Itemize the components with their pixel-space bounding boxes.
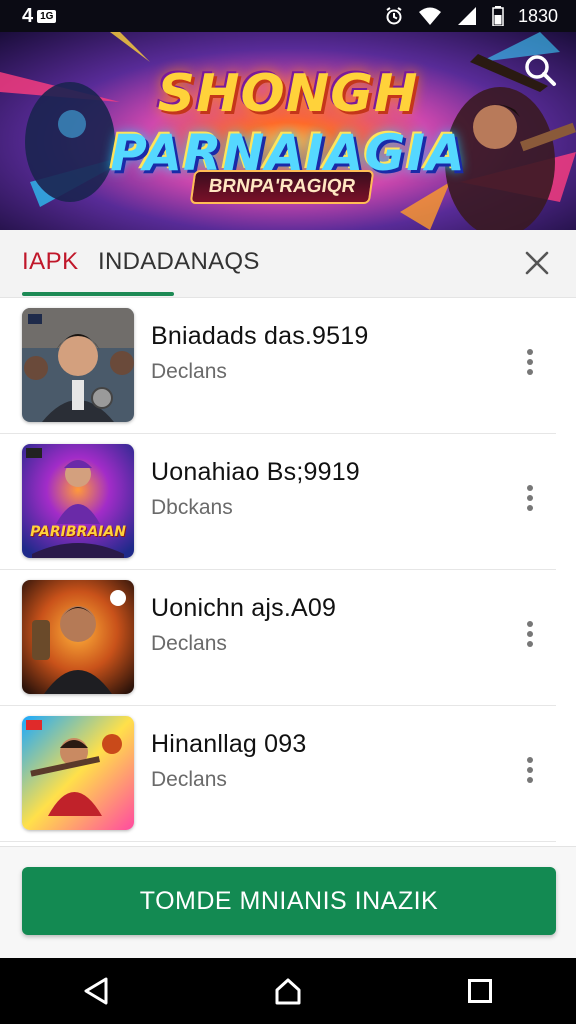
item-subtitle: Dbckans — [151, 496, 233, 519]
item-title: Uonichn ajs.A09 — [151, 594, 337, 622]
close-icon — [525, 251, 549, 275]
action-area: TOMDE MNIANIS INAZIK — [0, 846, 576, 958]
network-badge: 1G — [37, 9, 57, 23]
tab-bar: IAPK INDADANAQS — [0, 230, 576, 298]
close-button[interactable] — [524, 250, 550, 276]
banner-title-line1: SHONGH — [157, 64, 419, 124]
more-options-button[interactable] — [520, 754, 540, 790]
list-item[interactable]: PARIBRAIAN Uonahiao Bs;9919 Dbckans — [0, 434, 556, 570]
more-vert-icon — [527, 485, 533, 491]
item-title: Bniadads das.9519 — [151, 322, 369, 350]
thumbnail-caption: PARIBRAIAN — [30, 524, 126, 540]
recents-icon — [468, 979, 492, 1003]
system-nav-bar — [0, 958, 576, 1024]
status-bar: 4 1G 1830 — [0, 0, 576, 32]
wifi-icon — [418, 6, 442, 26]
hero-banner: SHONGH PARNAIAGIA BRNPA'RAGIQR — [0, 32, 576, 230]
tab-indadanaqs[interactable]: INDADANAQS — [98, 248, 260, 276]
active-tab-indicator — [22, 292, 174, 296]
item-subtitle: Declans — [151, 360, 227, 383]
more-options-button[interactable] — [520, 618, 540, 654]
alarm-icon — [384, 6, 404, 26]
notification-count: 4 — [22, 4, 34, 27]
status-right: 1830 — [384, 6, 558, 27]
home-icon — [275, 978, 301, 1005]
back-icon — [84, 977, 108, 1005]
item-title: Uonahiao Bs;9919 — [151, 458, 360, 486]
more-vert-icon — [527, 621, 533, 627]
app-thumbnail — [22, 308, 134, 422]
app-thumbnail: PARIBRAIAN — [22, 444, 134, 558]
more-vert-icon — [527, 349, 533, 355]
list-item[interactable]: Hinanllag 093 Declans — [0, 706, 556, 842]
app-list: Bniadads das.9519 Declans PARIBRAIAN Uon… — [0, 298, 576, 842]
home-button[interactable] — [268, 971, 308, 1011]
status-left: 4 1G — [22, 4, 57, 28]
item-subtitle: Declans — [151, 768, 227, 791]
app-thumbnail — [22, 580, 134, 694]
item-title: Hinanllag 093 — [151, 730, 307, 758]
list-item[interactable]: Uonichn ajs.A09 Declans — [0, 570, 556, 706]
tab-iapk[interactable]: IAPK — [22, 248, 79, 276]
recents-button[interactable] — [460, 971, 500, 1011]
more-options-button[interactable] — [520, 482, 540, 518]
item-subtitle: Declans — [151, 632, 227, 655]
banner-subtitle: BRNPA'RAGIQR — [189, 170, 375, 204]
more-options-button[interactable] — [520, 346, 540, 382]
signal-icon — [456, 6, 478, 26]
battery-icon — [492, 6, 504, 26]
search-icon — [525, 55, 556, 86]
primary-action-button[interactable]: TOMDE MNIANIS INAZIK — [22, 867, 556, 935]
more-vert-icon — [527, 757, 533, 763]
app-thumbnail — [22, 716, 134, 830]
search-button[interactable] — [522, 52, 558, 88]
list-item[interactable]: Bniadads das.9519 Declans — [0, 298, 556, 434]
back-button[interactable] — [76, 971, 116, 1011]
clock: 1830 — [517, 5, 558, 26]
